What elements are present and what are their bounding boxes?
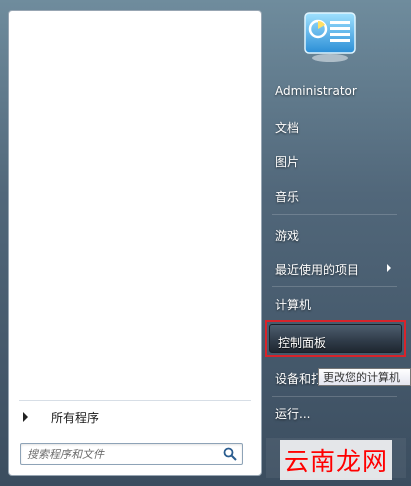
menu-item-label: 音乐 xyxy=(275,190,300,204)
menu-item-pictures[interactable]: 图片 xyxy=(275,153,299,170)
menu-item-devices-printers[interactable]: 设备和打 xyxy=(275,370,323,387)
menu-item-label: 图片 xyxy=(275,155,300,169)
menu-item-label: 游戏 xyxy=(275,229,300,243)
menu-item-label: 最近使用的项目 xyxy=(275,263,360,277)
menu-item-music[interactable]: 音乐 xyxy=(275,188,299,205)
menu-item-documents[interactable]: 文档 xyxy=(275,119,299,136)
tooltip: 更改您的计算机 xyxy=(318,368,411,386)
separator xyxy=(272,286,397,287)
menu-item-label: 设备和打 xyxy=(275,372,324,386)
start-menu: 所有程序 Administrator 文档 图片 音乐 xyxy=(0,0,411,486)
menu-item-control-panel[interactable]: 控制面板 xyxy=(269,324,402,353)
menu-item-run[interactable]: 运行... xyxy=(275,405,310,422)
menu-item-computer[interactable]: 计算机 xyxy=(275,296,311,313)
menu-item-control-panel-highlight: 控制面板 xyxy=(265,320,406,357)
separator xyxy=(272,214,397,215)
pinned-programs-list xyxy=(9,11,261,401)
user-name-link[interactable]: Administrator xyxy=(275,84,357,98)
separator xyxy=(272,396,397,397)
menu-item-label: 计算机 xyxy=(275,298,312,312)
programs-pane: 所有程序 xyxy=(8,10,262,476)
all-programs-label: 所有程序 xyxy=(51,410,100,425)
menu-item-label: 运行... xyxy=(275,407,311,421)
watermark-logo: 云南龙网 xyxy=(280,440,393,480)
separator xyxy=(19,400,251,401)
user-picture-icon[interactable] xyxy=(304,12,356,64)
menu-item-label: 控制面板 xyxy=(278,336,327,350)
all-programs-button[interactable]: 所有程序 xyxy=(17,406,253,428)
menu-item-games[interactable]: 游戏 xyxy=(275,227,299,244)
menu-item-label: 文档 xyxy=(275,121,300,135)
arrow-right-icon xyxy=(23,412,28,422)
search-input[interactable] xyxy=(27,445,217,463)
search-box[interactable] xyxy=(20,443,243,465)
chevron-right-icon xyxy=(387,264,391,272)
search-icon[interactable] xyxy=(222,446,238,462)
user-name-label: Administrator xyxy=(275,84,357,98)
menu-item-recent-items[interactable]: 最近使用的项目 xyxy=(275,261,395,278)
